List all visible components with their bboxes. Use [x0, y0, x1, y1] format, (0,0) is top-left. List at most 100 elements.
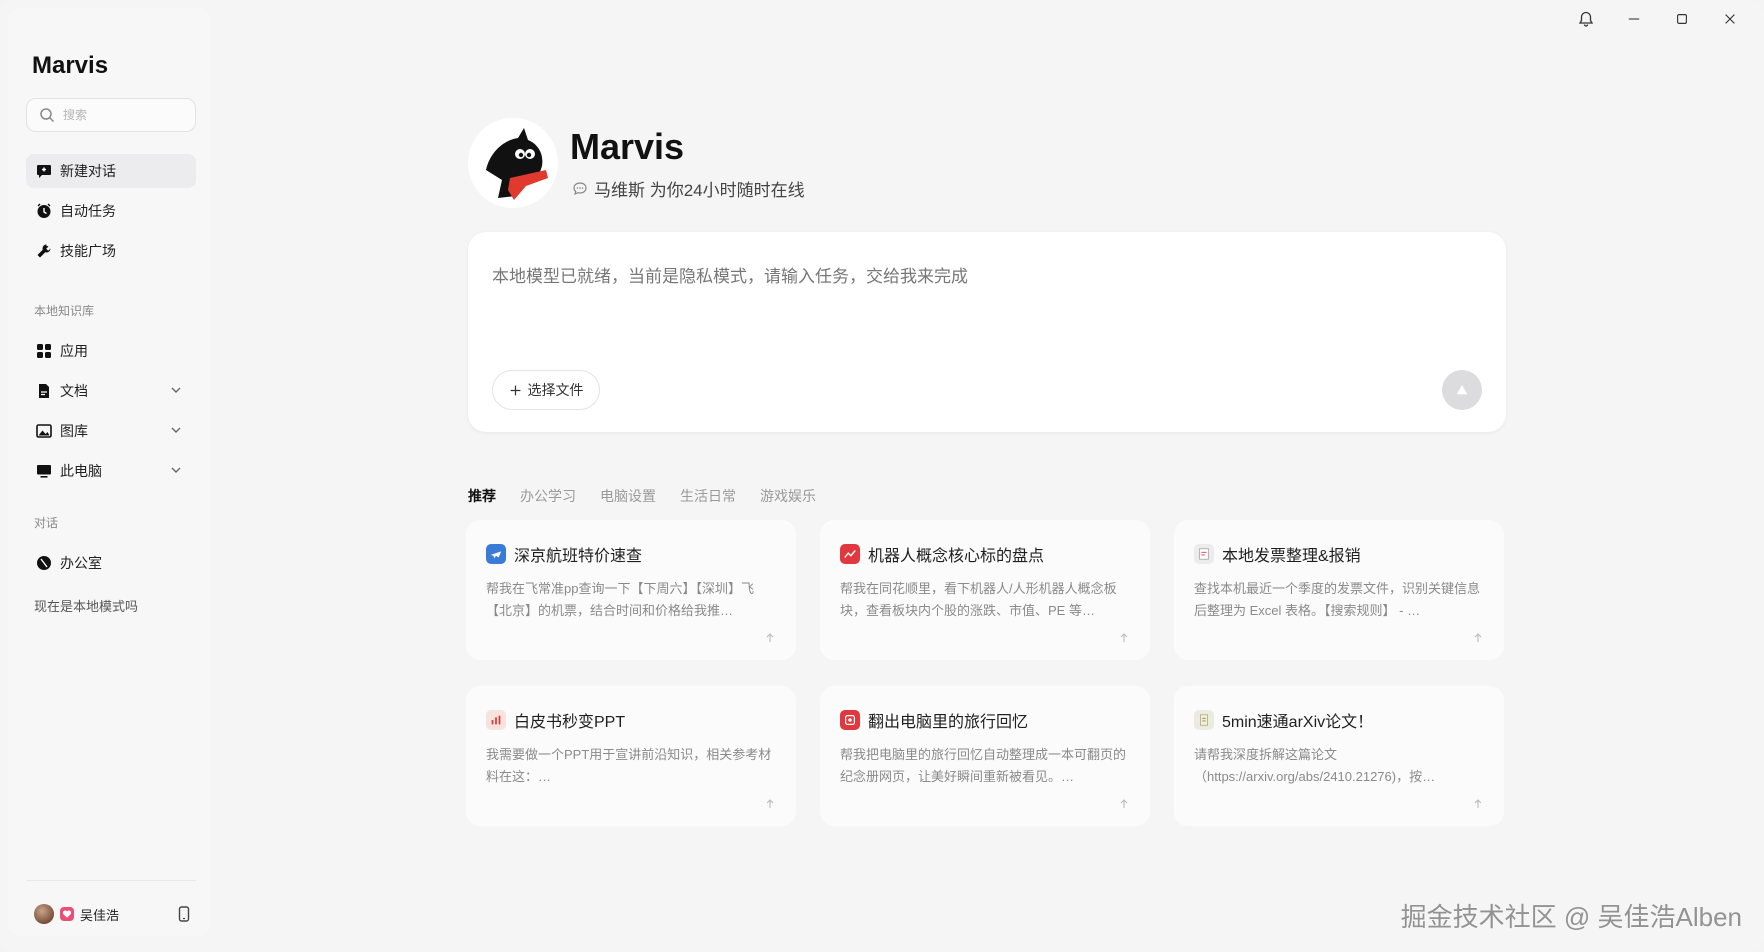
- chevron-down-icon[interactable]: [168, 462, 184, 478]
- search-box[interactable]: [26, 98, 196, 132]
- paper-icon: [1194, 710, 1214, 730]
- nav-skill-plaza[interactable]: 技能广场: [26, 234, 196, 268]
- hero-subtitle-text: 马维斯 为你24小时随时在线: [594, 181, 805, 200]
- chevron-down-icon[interactable]: [168, 422, 184, 438]
- suggestion-card[interactable]: 深京航班特价速查 帮我在飞常准pp查询一下【下周六】【深圳】飞【北京】的机票，结…: [466, 520, 796, 660]
- hero-title: Marvis: [570, 126, 685, 167]
- avatar: [34, 904, 54, 924]
- wrench-icon: [37, 244, 51, 258]
- clock-icon: [37, 203, 51, 218]
- card-title-text: 本地发票整理&报销: [1222, 548, 1361, 565]
- arrow-up-icon[interactable]: [764, 632, 776, 644]
- arrow-up-icon[interactable]: [1472, 798, 1484, 810]
- send-arrow-icon: [1456, 384, 1468, 395]
- plane-icon: [486, 544, 506, 564]
- card-description: 查找本机最近一个季度的发票文件，识别关键信息后整理为 Excel 表格。【搜索规…: [1194, 581, 1481, 618]
- hero-subtitle: 马维斯 为你24小时随时在线: [572, 176, 805, 201]
- card-description: 请帮我深度拆解这篇论文（https://arxiv.org/abs/2410.2…: [1194, 747, 1436, 784]
- card-description: 帮我在飞常准pp查询一下【下周六】【深圳】飞【北京】的机票，结合时间和价格给我推…: [486, 581, 754, 618]
- brand-title: Marvis: [32, 52, 109, 79]
- office-chat-icon: [37, 556, 51, 570]
- card-title-text: 白皮书秒变PPT: [514, 714, 626, 731]
- plus-icon: [510, 385, 520, 395]
- horse-mascot-icon: [468, 118, 558, 208]
- recent-chat-item[interactable]: 现在是本地模式吗: [34, 596, 138, 615]
- task-composer[interactable]: 本地模型已就绪，当前是隐私模式，请输入任务，交给我来完成 选择文件: [468, 232, 1506, 432]
- card-title-text: 深京航班特价速查: [514, 548, 643, 565]
- card-title: 深京航班特价速查: [486, 542, 642, 566]
- nav-this-pc[interactable]: 此电脑: [26, 454, 196, 488]
- card-title-text: 5min速通arXiv论文！: [1222, 714, 1374, 731]
- close-button[interactable]: [1716, 8, 1744, 30]
- phone-icon[interactable]: [176, 906, 192, 922]
- document-icon: [39, 384, 49, 398]
- nav-new-chat[interactable]: 新建对话: [26, 154, 196, 188]
- suggestion-card[interactable]: 本地发票整理&报销 查找本机最近一个季度的发票文件，识别关键信息后整理为 Exc…: [1174, 520, 1504, 660]
- knowledge-section-label: 本地知识库: [34, 304, 95, 318]
- chat-section-label: 对话: [34, 516, 59, 530]
- search-input[interactable]: [63, 108, 183, 122]
- card-description: 我需要做一个PPT用于宣讲前沿知识，相关参考材料在这：…: [486, 747, 772, 784]
- card-title: 白皮书秒变PPT: [486, 708, 625, 732]
- heart-badge-icon: [60, 907, 74, 921]
- suggestion-card[interactable]: 机器人概念核心标的盘点 帮我在同花顺里，看下机器人/人形机器人概念板块，查看板块…: [820, 520, 1150, 660]
- card-title: 5min速通arXiv论文！: [1194, 708, 1373, 732]
- card-title: 机器人概念核心标的盘点: [840, 542, 1044, 566]
- nav-label: 技能广场: [60, 243, 116, 259]
- tab-recommended[interactable]: 推荐: [468, 486, 496, 506]
- maximize-button[interactable]: [1668, 8, 1696, 30]
- sidebar-divider: [26, 880, 196, 881]
- arrow-up-icon[interactable]: [1118, 632, 1130, 644]
- chat-bubble-icon: [573, 181, 587, 195]
- maximize-icon: [1677, 14, 1687, 24]
- card-title-text: 机器人概念核心标的盘点: [868, 548, 1045, 565]
- user-profile[interactable]: 吴佳浩: [34, 904, 119, 924]
- chat-label: 办公室: [60, 555, 102, 571]
- tab-daily-life[interactable]: 生活日常: [680, 486, 736, 506]
- arrow-up-icon[interactable]: [1472, 632, 1484, 644]
- notification-button[interactable]: [1572, 8, 1600, 30]
- watermark: 掘金技术社区 @ 吴佳浩Alben: [1400, 902, 1742, 932]
- nav-documents[interactable]: 文档: [26, 374, 196, 408]
- minimize-button[interactable]: [1620, 8, 1648, 30]
- ppt-icon: [486, 710, 506, 730]
- card-title-text: 翻出电脑里的旅行回忆: [868, 714, 1029, 731]
- nav-label: 应用: [60, 343, 88, 359]
- card-description: 帮我把电脑里的旅行回忆自动整理成一本可翻页的纪念册网页，让美好瞬间重新被看见。…: [840, 747, 1127, 784]
- nav-label: 图库: [60, 423, 88, 439]
- user-name: 吴佳浩: [80, 907, 120, 923]
- nav-apps[interactable]: 应用: [26, 334, 196, 368]
- card-description: 帮我在同花顺里，看下机器人/人形机器人概念板块，查看板块内个股的涨跌、市值、PE…: [840, 581, 1117, 618]
- nav-auto-task[interactable]: 自动任务: [26, 194, 196, 228]
- arrow-up-icon[interactable]: [764, 798, 776, 810]
- tab-games[interactable]: 游戏娱乐: [760, 486, 816, 506]
- bell-icon: [1578, 11, 1594, 27]
- tab-pc-settings[interactable]: 电脑设置: [600, 486, 656, 506]
- chevron-down-icon[interactable]: [168, 382, 184, 398]
- chat-item-office[interactable]: 办公室: [26, 546, 196, 580]
- suggestion-card[interactable]: 白皮书秒变PPT 我需要做一个PPT用于宣讲前沿知识，相关参考材料在这：…: [466, 686, 796, 826]
- sidebar: Marvis 新建对话 自动任务: [8, 8, 210, 936]
- arrow-up-icon[interactable]: [1118, 798, 1130, 810]
- monitor-icon: [37, 465, 51, 478]
- tab-office-study[interactable]: 办公学习: [520, 486, 576, 506]
- suggestion-card[interactable]: 5min速通arXiv论文！ 请帮我深度拆解这篇论文（https://arxiv…: [1174, 686, 1504, 826]
- suggestion-card[interactable]: 翻出电脑里的旅行回忆 帮我把电脑里的旅行回忆自动整理成一本可翻页的纪念册网页，让…: [820, 686, 1150, 826]
- invoice-icon: [1194, 544, 1214, 564]
- nav-label: 自动任务: [60, 203, 116, 219]
- apps-grid-icon: [37, 344, 51, 358]
- send-button[interactable]: [1442, 370, 1482, 410]
- select-file-label: 选择文件: [527, 382, 584, 398]
- nav-label: 新建对话: [60, 163, 116, 179]
- card-title: 本地发票整理&报销: [1194, 542, 1361, 566]
- nav-label: 文档: [60, 383, 88, 399]
- select-file-button[interactable]: 选择文件: [492, 370, 600, 410]
- search-icon: [40, 108, 55, 123]
- close-icon: [1725, 14, 1735, 24]
- app-window: Marvis 新建对话 自动任务: [0, 0, 1764, 952]
- composer-placeholder[interactable]: 本地模型已就绪，当前是隐私模式，请输入任务，交给我来完成: [492, 262, 968, 287]
- nav-label: 此电脑: [60, 463, 102, 479]
- stock-chart-icon: [840, 544, 860, 564]
- minimize-icon: [1628, 18, 1640, 20]
- nav-gallery[interactable]: 图库: [26, 414, 196, 448]
